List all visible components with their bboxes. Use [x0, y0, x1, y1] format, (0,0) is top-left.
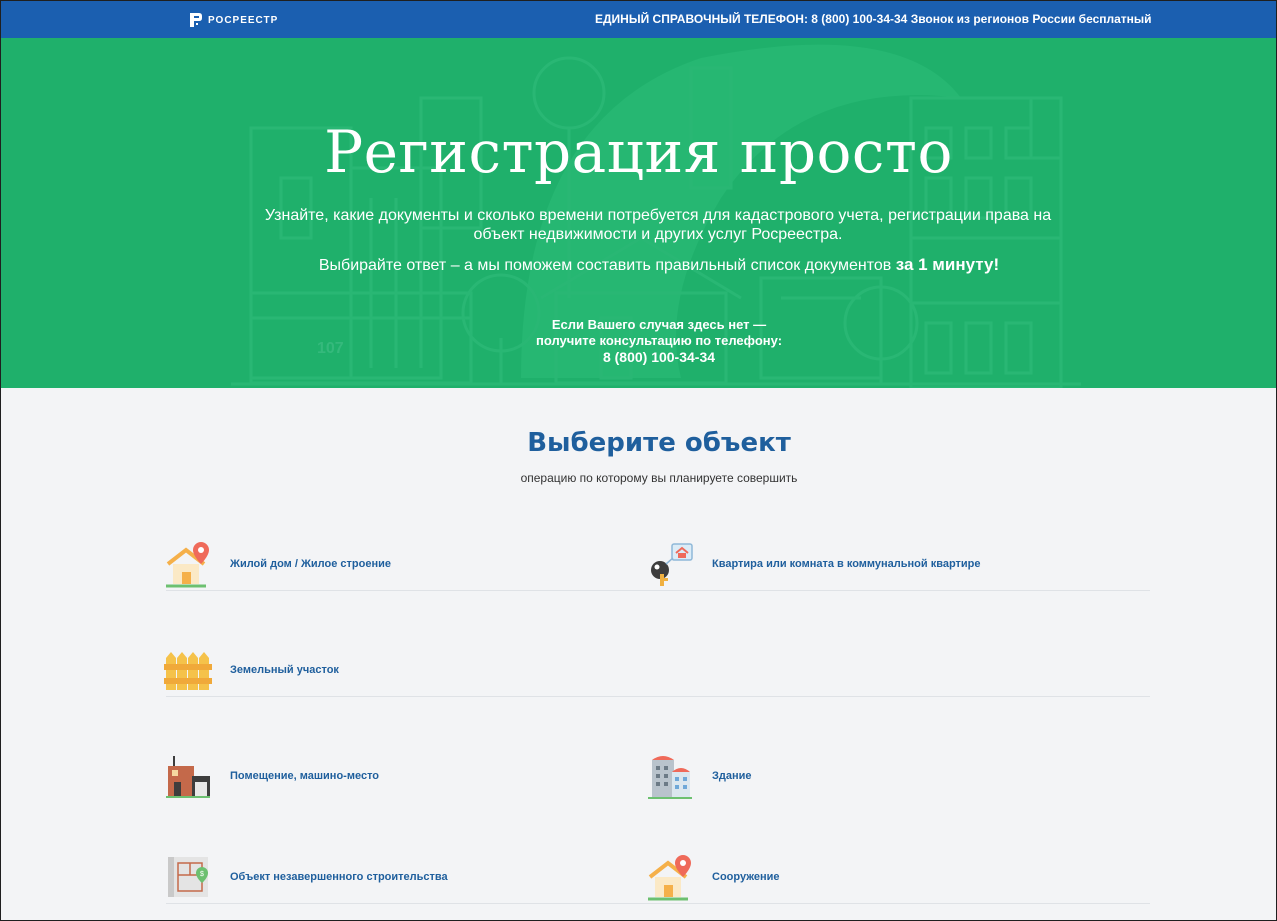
object-apartment[interactable]: Квартира или комната в коммунальной квар…	[646, 539, 981, 589]
choose-text: Выбирайте ответ – а мы поможем составить…	[318, 257, 892, 274]
hero-choose-text: Выбирайте ответ – а мы поможем составить…	[1, 255, 1276, 275]
object-label: Земельный участок	[230, 664, 339, 676]
consultation-block: Если Вашего случая здесь нет — получите …	[1, 317, 1276, 365]
consult-line-1: Если Вашего случая здесь нет —	[551, 317, 767, 332]
object-label: Помещение, машино-место	[230, 770, 380, 782]
hero-banner: 107 Регистрация просто Узнайте, какие до…	[1, 38, 1276, 388]
key-tag-icon	[651, 543, 693, 586]
consult-phone[interactable]: 8 (800) 100-34-34	[1, 349, 1276, 365]
section-title: Выберите объект	[527, 428, 791, 458]
row-divider	[166, 590, 1150, 591]
object-premises-parking[interactable]: Помещение, машино-место	[164, 751, 379, 801]
blueprint-icon: $	[168, 857, 208, 897]
object-label: Здание	[712, 770, 752, 782]
fence-icon	[164, 652, 212, 690]
rosreestr-logo-icon	[190, 13, 202, 27]
object-building[interactable]: Здание	[646, 751, 752, 801]
object-label: Сооружение	[712, 871, 780, 883]
section-subtitle: операцию по которому вы планируете совер…	[520, 471, 798, 485]
garage-icon	[166, 756, 210, 798]
consult-line-2: получите консультацию по телефону:	[535, 333, 783, 348]
object-structure[interactable]: Сооружение	[646, 852, 780, 902]
logo-text: РОСРЕЕСТР	[208, 14, 279, 26]
house-pin-icon	[166, 542, 209, 588]
row-divider	[166, 903, 1150, 904]
object-unfinished-construction[interactable]: $ Объект незавершенного строительства	[164, 852, 448, 902]
object-label: Объект незавершенного строительства	[230, 871, 448, 883]
object-residential-house[interactable]: Жилой дом / Жилое строение	[164, 539, 391, 589]
building-icon	[648, 756, 692, 799]
object-land-plot[interactable]: Земельный участок	[164, 645, 339, 695]
row-divider	[166, 696, 1150, 697]
structure-pin-icon	[648, 855, 691, 901]
hero-subtitle: Узнайте, какие документы и сколько време…	[264, 207, 1052, 243]
object-label: Жилой дом / Жилое строение	[230, 558, 391, 570]
top-bar: РОСРЕЕСТР ЕДИНЫЙ СПРАВОЧНЫЙ ТЕЛЕФОН: 8 (…	[1, 1, 1276, 38]
rosreestr-logo[interactable]: РОСРЕЕСТР	[189, 11, 278, 29]
choose-bold: за 1 минуту!	[895, 255, 1000, 274]
hotline-phone: ЕДИНЫЙ СПРАВОЧНЫЙ ТЕЛЕФОН: 8 (800) 100-3…	[595, 12, 1152, 26]
page-title: Регистрация просто	[324, 118, 953, 186]
object-label: Квартира или комната в коммунальной квар…	[712, 558, 981, 570]
svg-text:$: $	[200, 871, 204, 878]
